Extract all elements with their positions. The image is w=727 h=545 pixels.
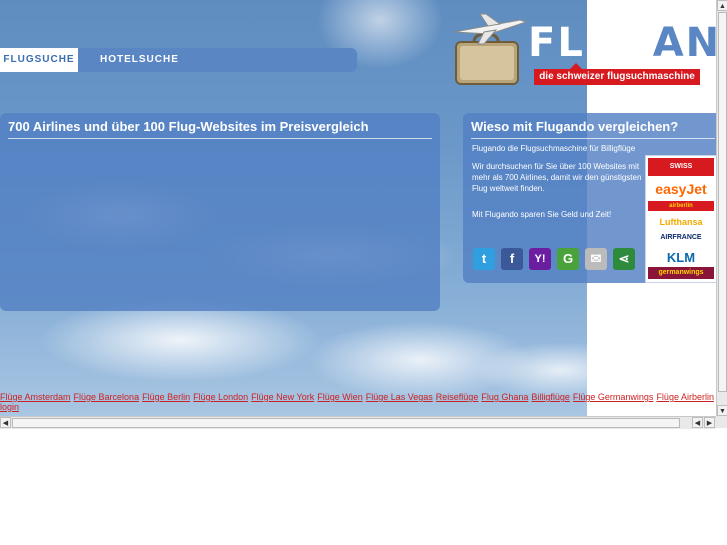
- airplane-suitcase-icon: [453, 13, 528, 85]
- scroll-right-arrow-icon[interactable]: ▶: [704, 417, 715, 428]
- search-panel: 700 Airlines und über 100 Flug-Websites …: [0, 113, 440, 311]
- vertical-scroll-thumb[interactable]: [718, 12, 727, 392]
- logo-word-blue: ANDO: [652, 20, 716, 66]
- tab-flugsuche[interactable]: FLUGSUCHE: [0, 48, 78, 72]
- lufthansa-logo: Lufthansa: [659, 217, 703, 227]
- yahoo-icon[interactable]: Y!: [529, 248, 551, 270]
- scroll-left-arrow-icon[interactable]: ◀: [692, 417, 703, 428]
- about-panel-title: Wieso mit Flugando vergleichen?: [471, 113, 715, 139]
- swiss-logo: SWISS: [648, 158, 714, 176]
- scroll-left-arrow-icon[interactable]: ◀: [0, 417, 11, 428]
- scroll-down-arrow-icon[interactable]: ▼: [717, 405, 727, 416]
- scroll-up-arrow-icon[interactable]: ▲: [717, 0, 727, 11]
- footer-link[interactable]: Flüge New York: [251, 392, 314, 402]
- airfrance-logo: AIRFRANCE: [660, 234, 702, 241]
- footer-links: Flüge Amsterdam Flüge Barcelona Flüge Berl…: [0, 392, 716, 412]
- airline-logos: SWISS easyJet airberlin Lufthansa AIRFRA…: [645, 155, 716, 283]
- twitter-icon[interactable]: t: [473, 248, 495, 270]
- footer-link[interactable]: Flüge London: [193, 392, 248, 402]
- footer-link[interactable]: Flüge Las Vegas: [366, 392, 433, 402]
- horizontal-scrollbar[interactable]: ◀ ◀ ▶: [0, 416, 716, 429]
- tab-hotelsuche[interactable]: HOTELSUCHE: [100, 48, 179, 72]
- airberlin-logo: airberlin: [648, 201, 714, 211]
- footer-link[interactable]: Billigflüge: [531, 392, 570, 402]
- scrollbar-corner: [716, 416, 727, 428]
- footer-link[interactable]: Flug Ghana: [481, 392, 528, 402]
- login-link[interactable]: login: [0, 402, 19, 412]
- logo-word-white: FLUG: [528, 20, 653, 66]
- klm-logo: KLM: [666, 250, 696, 265]
- google-icon[interactable]: G: [557, 248, 579, 270]
- main-nav: FLUGSUCHE HOTELSUCHE: [0, 48, 357, 72]
- footer-link[interactable]: Flüge Amsterdam: [0, 392, 71, 402]
- about-paragraph-2: Mit Flugando sparen Sie Geld und Zeit!: [472, 210, 612, 219]
- easyjet-logo: easyJet: [655, 181, 707, 197]
- footer-link[interactable]: Flüge Airberlin: [656, 392, 714, 402]
- about-paragraph-1: Wir durchsuchen für Sie über 100 Website…: [472, 162, 642, 193]
- footer-link[interactable]: Flüge Barcelona: [74, 392, 140, 402]
- about-panel: Wieso mit Flugando vergleichen? Flugando…: [463, 113, 716, 283]
- footer-link[interactable]: Flüge Germanwings: [573, 392, 654, 402]
- logo-tagline: die schweizer flugsuchmaschine: [534, 63, 700, 85]
- horizontal-scroll-thumb[interactable]: [12, 418, 680, 428]
- logo-wordmark: FLUGANDO: [528, 20, 716, 66]
- germanwings-logo: germanwings: [648, 267, 714, 279]
- share-icon[interactable]: ⋖: [613, 248, 635, 270]
- facebook-icon[interactable]: f: [501, 248, 523, 270]
- about-subtitle: Flugando die Flugsuchmaschine für Billig…: [472, 144, 636, 153]
- footer-link[interactable]: Flüge Wien: [317, 392, 363, 402]
- page-viewport: FLUGSUCHE HOTELSUCHE FLUGANDO die schwei…: [0, 0, 716, 416]
- footer-link[interactable]: Reiseflüge: [436, 392, 479, 402]
- email-icon[interactable]: ✉: [585, 248, 607, 270]
- flugando-logo[interactable]: FLUGANDO die schweizer flugsuchmaschine: [450, 12, 716, 92]
- footer-link[interactable]: Flüge Berlin: [142, 392, 190, 402]
- search-panel-title: 700 Airlines und über 100 Flug-Websites …: [8, 113, 432, 139]
- vertical-scrollbar[interactable]: ▲ ▼: [716, 0, 727, 416]
